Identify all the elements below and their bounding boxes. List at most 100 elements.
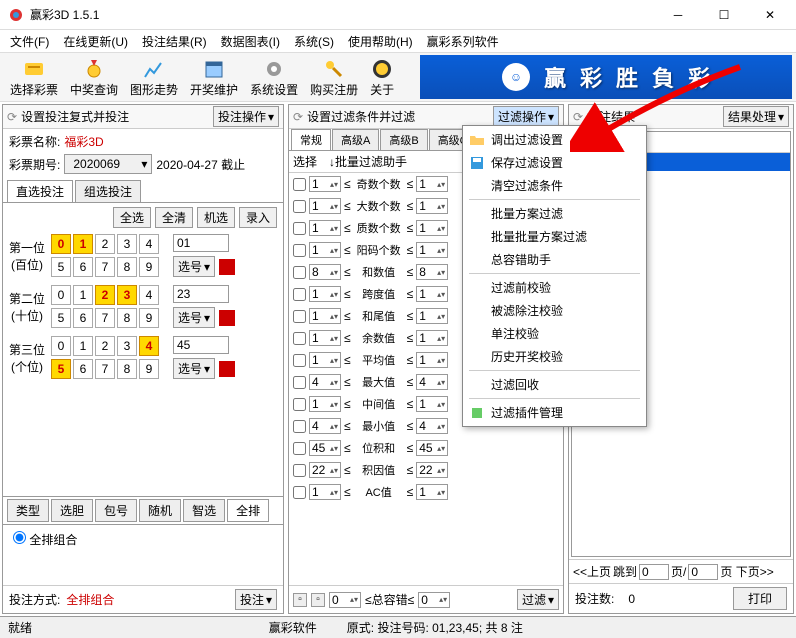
- filter-hi-spin[interactable]: 1▴▾: [416, 308, 448, 324]
- filter-lo-spin[interactable]: 1▴▾: [309, 484, 341, 500]
- digit-5[interactable]: 5: [51, 359, 71, 379]
- filter-checkbox[interactable]: [293, 376, 306, 389]
- tb-select-ticket[interactable]: 选择彩票: [4, 55, 64, 100]
- mid-tab-normal[interactable]: 常规: [291, 129, 331, 150]
- maximize-button[interactable]: ☐: [706, 3, 742, 27]
- dm-load-filter[interactable]: 调出过滤设置: [465, 128, 644, 151]
- pos3-value-input[interactable]: [173, 336, 229, 354]
- digit-6[interactable]: 6: [73, 257, 93, 277]
- pos2-value-input[interactable]: [173, 285, 229, 303]
- type-tab-type[interactable]: 类型: [7, 499, 49, 522]
- mid-tab-advB[interactable]: 高级B: [380, 129, 427, 150]
- digit-4[interactable]: 4: [139, 336, 159, 356]
- digit-8[interactable]: 8: [117, 257, 137, 277]
- filter-hi-spin[interactable]: 1▴▾: [416, 352, 448, 368]
- tab-group-bet[interactable]: 组选投注: [75, 180, 141, 202]
- digit-0[interactable]: 0: [51, 336, 71, 356]
- filter-hi-spin[interactable]: 1▴▾: [416, 242, 448, 258]
- digit-8[interactable]: 8: [117, 359, 137, 379]
- expand-button[interactable]: ▫: [293, 593, 307, 607]
- pager-total-input[interactable]: [688, 564, 718, 580]
- menu-help[interactable]: 使用帮助(H): [342, 31, 419, 52]
- menu-system[interactable]: 系统(S): [288, 31, 340, 52]
- type-tab-dan[interactable]: 选胆: [51, 499, 93, 522]
- digit-3[interactable]: 3: [117, 285, 137, 305]
- digit-1[interactable]: 1: [73, 336, 93, 356]
- minimize-button[interactable]: ─: [660, 3, 696, 27]
- filter-submit-button[interactable]: 过滤▾: [517, 589, 559, 610]
- digit-4[interactable]: 4: [139, 285, 159, 305]
- type-tab-bao[interactable]: 包号: [95, 499, 137, 522]
- filter-checkbox[interactable]: [293, 178, 306, 191]
- digit-3[interactable]: 3: [117, 234, 137, 254]
- digit-6[interactable]: 6: [73, 359, 93, 379]
- filter-checkbox[interactable]: [293, 464, 306, 477]
- filter-lo-spin[interactable]: 4▴▾: [309, 374, 341, 390]
- filter-checkbox[interactable]: [293, 222, 306, 235]
- dm-removed-check[interactable]: 被滤除注校验: [465, 299, 644, 322]
- filter-hi-spin[interactable]: 8▴▾: [416, 264, 448, 280]
- tb-draw-maint[interactable]: 开奖维护: [184, 55, 244, 100]
- filter-lo-spin[interactable]: 22▴▾: [309, 462, 341, 478]
- mid-tab-advA[interactable]: 高级A: [332, 129, 379, 150]
- total-err-hi[interactable]: 0▴▾: [418, 592, 450, 608]
- filter-checkbox[interactable]: [293, 420, 306, 433]
- close-button[interactable]: ✕: [752, 3, 788, 27]
- dm-save-filter[interactable]: 保存过滤设置: [465, 151, 644, 174]
- filter-hi-spin[interactable]: 1▴▾: [416, 198, 448, 214]
- filter-checkbox[interactable]: [293, 310, 306, 323]
- filter-lo-spin[interactable]: 1▴▾: [309, 198, 341, 214]
- digit-1[interactable]: 1: [73, 285, 93, 305]
- filter-hi-spin[interactable]: 1▴▾: [416, 220, 448, 236]
- filter-hi-spin[interactable]: 45▴▾: [416, 440, 448, 456]
- result-operation-dropdown[interactable]: 结果处理▾: [723, 106, 789, 127]
- menu-series[interactable]: 赢彩系列软件: [421, 31, 505, 52]
- filter-lo-spin[interactable]: 45▴▾: [309, 440, 341, 456]
- filter-lo-spin[interactable]: 1▴▾: [309, 176, 341, 192]
- refresh-icon[interactable]: ⟳: [573, 110, 583, 124]
- digit-7[interactable]: 7: [95, 257, 115, 277]
- color-swatch[interactable]: [219, 259, 235, 275]
- print-button[interactable]: 打印: [733, 587, 787, 610]
- filter-hi-spin[interactable]: 1▴▾: [416, 330, 448, 346]
- period-input[interactable]: [69, 156, 139, 172]
- filter-lo-spin[interactable]: 8▴▾: [309, 264, 341, 280]
- pos2-select-btn[interactable]: 选号 ▾: [173, 307, 215, 328]
- digit-2[interactable]: 2: [95, 336, 115, 356]
- digit-8[interactable]: 8: [117, 308, 137, 328]
- filter-checkbox[interactable]: [293, 486, 306, 499]
- pager-prev[interactable]: <<上页: [573, 563, 611, 580]
- type-tab-full[interactable]: 全排: [227, 499, 269, 522]
- filter-checkbox[interactable]: [293, 332, 306, 345]
- filter-hi-spin[interactable]: 1▴▾: [416, 176, 448, 192]
- dm-plugin[interactable]: 过滤插件管理: [465, 401, 644, 424]
- dm-total-helper[interactable]: 总容错助手: [465, 248, 644, 271]
- filter-lo-spin[interactable]: 1▴▾: [309, 220, 341, 236]
- filter-lo-spin[interactable]: 1▴▾: [309, 396, 341, 412]
- menu-file[interactable]: 文件(F): [4, 31, 55, 52]
- bet-submit-button[interactable]: 投注▾: [235, 589, 277, 610]
- filter-lo-spin[interactable]: 1▴▾: [309, 330, 341, 346]
- btn-clear-all[interactable]: 全清: [155, 207, 193, 228]
- digit-9[interactable]: 9: [139, 257, 159, 277]
- btn-select-all[interactable]: 全选: [113, 207, 151, 228]
- type-tab-smart[interactable]: 智选: [183, 499, 225, 522]
- digit-9[interactable]: 9: [139, 308, 159, 328]
- tb-trend-chart[interactable]: 图形走势: [124, 55, 184, 100]
- pos1-value-input[interactable]: [173, 234, 229, 252]
- col-helper[interactable]: ↓批量过滤助手: [329, 153, 407, 170]
- filter-checkbox[interactable]: [293, 288, 306, 301]
- filter-lo-spin[interactable]: 4▴▾: [309, 418, 341, 434]
- filter-checkbox[interactable]: [293, 354, 306, 367]
- filter-checkbox[interactable]: [293, 244, 306, 257]
- tb-about[interactable]: 关于: [364, 55, 400, 100]
- tab-direct-bet[interactable]: 直选投注: [7, 180, 73, 202]
- dm-recycle[interactable]: 过滤回收: [465, 373, 644, 396]
- digit-0[interactable]: 0: [51, 285, 71, 305]
- pos3-select-btn[interactable]: 选号 ▾: [173, 358, 215, 379]
- digit-5[interactable]: 5: [51, 308, 71, 328]
- btn-random[interactable]: 机选: [197, 207, 235, 228]
- type-tab-random[interactable]: 随机: [139, 499, 181, 522]
- filter-hi-spin[interactable]: 22▴▾: [416, 462, 448, 478]
- digit-7[interactable]: 7: [95, 308, 115, 328]
